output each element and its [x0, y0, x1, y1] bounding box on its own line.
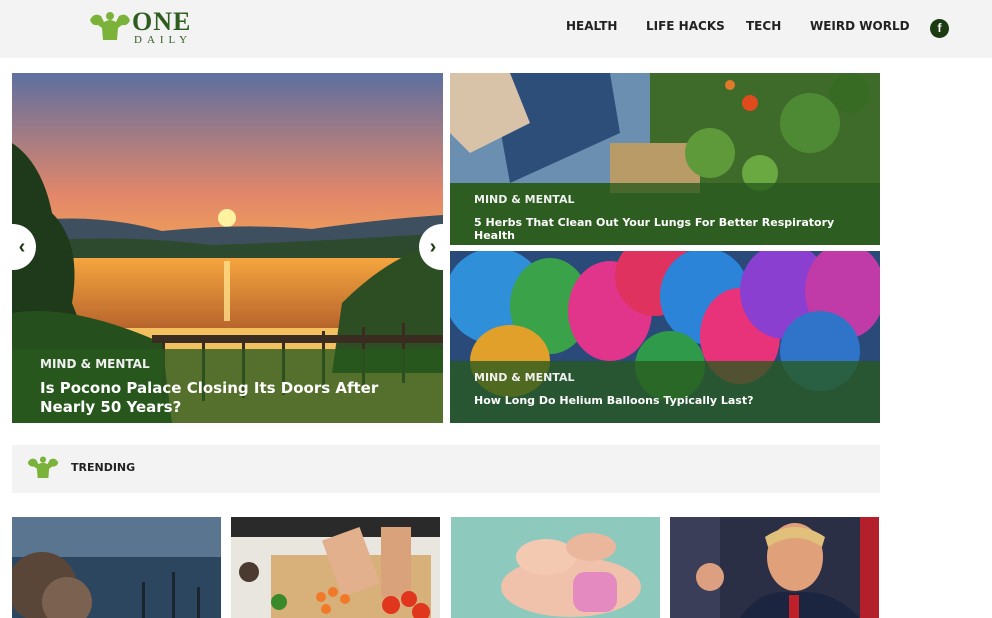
featured-herbs-caption: MIND & MENTAL 5 Herbs That Clean Out You… [450, 183, 880, 245]
trending-thumbnail[interactable] [451, 517, 660, 618]
site-logo[interactable]: ONE DAILY [88, 8, 198, 50]
trending-section-header: TRENDING [12, 445, 880, 493]
article-title[interactable]: Is Pocono Palace Closing Its Doors After… [40, 379, 415, 417]
chopping-vegetables-image [231, 517, 440, 618]
featured-balloons-caption: MIND & MENTAL How Long Do Helium Balloon… [450, 361, 880, 423]
flexing-arms-icon [27, 456, 59, 478]
featured-article-balloons[interactable]: MIND & MENTAL How Long Do Helium Balloon… [450, 251, 880, 423]
logo-tagline: DAILY [134, 34, 193, 46]
facebook-icon[interactable]: f [930, 19, 949, 38]
article-title[interactable]: 5 Herbs That Clean Out Your Lungs For Be… [474, 216, 856, 242]
flexing-arms-icon [90, 12, 130, 40]
hands-holding-intestine-image [451, 517, 660, 618]
trending-thumbnail[interactable] [12, 517, 221, 618]
nav-item-tech[interactable]: TECH [746, 18, 781, 34]
featured-article-main[interactable]: MIND & MENTAL Is Pocono Palace Closing I… [12, 73, 443, 423]
category-label[interactable]: MIND & MENTAL [474, 193, 856, 206]
trending-label: TRENDING [71, 461, 136, 474]
nav-item-health[interactable]: HEALTH [566, 18, 617, 34]
featured-main-caption: MIND & MENTAL Is Pocono Palace Closing I… [12, 349, 443, 423]
nav-item-life-hacks[interactable]: LIFE HACKS [646, 18, 725, 34]
nav-item-weird-world[interactable]: WEIRD WORLD [810, 18, 910, 34]
featured-article-herbs[interactable]: MIND & MENTAL 5 Herbs That Clean Out You… [450, 73, 880, 245]
logo-wordmark: ONE [132, 7, 192, 36]
rocket-launch-image [12, 517, 221, 618]
site-header: ONE DAILY HEALTH LIFE HACKS TECH WEIRD W… [0, 0, 992, 58]
politician-portrait-image [670, 517, 879, 618]
article-title[interactable]: How Long Do Helium Balloons Typically La… [474, 394, 856, 407]
category-label[interactable]: MIND & MENTAL [40, 357, 415, 371]
trending-thumbnail[interactable] [231, 517, 440, 618]
trending-thumbnail[interactable] [670, 517, 879, 618]
category-label[interactable]: MIND & MENTAL [474, 371, 856, 384]
